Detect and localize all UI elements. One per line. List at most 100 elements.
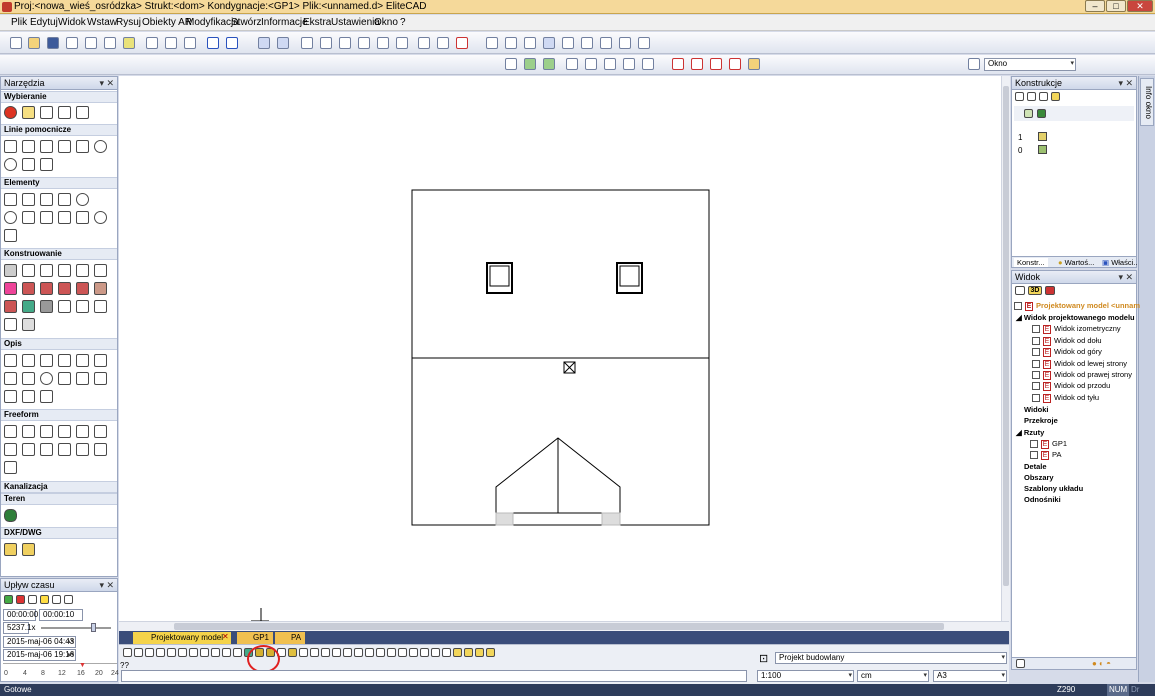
join-icon[interactable] xyxy=(310,648,319,657)
hatch-edit-icon[interactable] xyxy=(288,648,297,657)
dimension-chain-icon[interactable] xyxy=(58,354,71,367)
tree-group-rzuty[interactable]: ◢ Rzuty xyxy=(1016,428,1044,437)
color-icon[interactable] xyxy=(642,58,654,70)
cancel-select-icon[interactable] xyxy=(4,106,17,119)
terrain-icon[interactable] xyxy=(4,509,17,522)
stop-icon[interactable] xyxy=(16,595,25,604)
slope-icon[interactable] xyxy=(94,372,107,385)
open-file-icon[interactable] xyxy=(28,37,40,49)
tree-group-model[interactable]: ◢ Widok projektowanego modelu xyxy=(1016,313,1135,322)
undo-icon[interactable] xyxy=(207,37,219,49)
view-3d-button[interactable]: 3D xyxy=(1028,286,1042,295)
info-angle-icon[interactable] xyxy=(524,37,536,49)
tree-item[interactable]: E Widok od tyłu xyxy=(1032,393,1099,403)
select-filter-icon[interactable] xyxy=(76,106,89,119)
ellipse-icon[interactable] xyxy=(94,211,107,224)
tree-root[interactable]: E Projektowany model <unnam xyxy=(1014,301,1140,311)
copy-icon[interactable] xyxy=(165,37,177,49)
redo-icon[interactable] xyxy=(226,37,238,49)
speed-slider[interactable] xyxy=(41,627,111,629)
aux-point-icon[interactable] xyxy=(4,158,17,171)
layer-on-icon[interactable] xyxy=(524,58,536,70)
layer-off-icon[interactable] xyxy=(543,58,555,70)
circle-icon[interactable] xyxy=(76,193,89,206)
info-point-icon[interactable] xyxy=(486,37,498,49)
chamfer-icon[interactable] xyxy=(233,648,242,657)
restore-button[interactable]: □ xyxy=(1106,0,1126,12)
surface-icon[interactable] xyxy=(4,425,17,438)
scale-combo[interactable]: 1:100 ▾ xyxy=(757,670,854,682)
ceiling-icon[interactable] xyxy=(40,264,53,277)
explode-icon[interactable] xyxy=(299,648,308,657)
tab-projektowany-model[interactable]: Projektowany model xyxy=(133,632,231,644)
explode-solid-icon[interactable] xyxy=(4,461,17,474)
axis-icon[interactable] xyxy=(40,372,53,385)
menu-informacje[interactable]: Informacje xyxy=(261,17,308,28)
section-dxf-dwg[interactable]: DXF/DWG xyxy=(1,527,117,539)
paste-icon[interactable] xyxy=(184,37,196,49)
command-input[interactable] xyxy=(121,670,747,682)
hide-layer-icon[interactable] xyxy=(691,58,703,70)
scroll-thumb[interactable] xyxy=(174,623,944,630)
aux-line-icon[interactable] xyxy=(4,140,17,153)
room-icon[interactable] xyxy=(22,300,35,313)
stretch-icon[interactable] xyxy=(178,648,187,657)
copy-along-icon[interactable] xyxy=(365,648,374,657)
time-marker-icon[interactable]: ▼ xyxy=(79,662,86,669)
tree-group-przekroje[interactable]: Przekroje xyxy=(1024,416,1058,425)
tree-item[interactable]: E Widok od prawej strony xyxy=(1032,370,1132,380)
aux-angle-icon[interactable] xyxy=(22,140,35,153)
box-icon[interactable] xyxy=(22,425,35,438)
frame-icon[interactable] xyxy=(4,318,17,331)
dimension-box-icon[interactable] xyxy=(76,354,89,367)
window-icon[interactable] xyxy=(40,282,53,295)
align-icon[interactable] xyxy=(343,648,352,657)
pen-width-icon[interactable] xyxy=(585,58,597,70)
ellipse-arc-icon[interactable] xyxy=(76,211,89,224)
panel-controls-icon[interactable]: ▾ ✕ xyxy=(1118,271,1133,283)
circle-center-icon[interactable] xyxy=(4,211,17,224)
spline-icon[interactable] xyxy=(4,229,17,242)
tree-group-detale[interactable]: Detale xyxy=(1024,462,1047,471)
info-area-icon[interactable] xyxy=(619,37,631,49)
tab-pa[interactable]: PA xyxy=(275,632,305,644)
panel-controls-icon[interactable]: ▾ ✕ xyxy=(1118,77,1133,89)
arrow-icon[interactable] xyxy=(40,390,53,403)
tree-item-pa[interactable]: E PA xyxy=(1030,450,1061,460)
export-icon[interactable] xyxy=(123,37,135,49)
panel-controls-icon[interactable]: ▾ ✕ xyxy=(99,579,114,591)
dormer-icon[interactable] xyxy=(76,282,89,295)
aux-bisector-icon[interactable] xyxy=(40,158,53,171)
edit-points-icon[interactable] xyxy=(387,648,396,657)
view-3d-icon[interactable] xyxy=(358,37,370,49)
cut-icon[interactable] xyxy=(146,37,158,49)
hatch-icon[interactable] xyxy=(623,58,635,70)
info-volume-icon[interactable] xyxy=(638,37,650,49)
level-mark-icon[interactable] xyxy=(4,372,17,385)
mirror-icon[interactable] xyxy=(156,648,165,657)
level-edit-icon[interactable] xyxy=(1027,92,1036,101)
slider-handle[interactable] xyxy=(91,623,96,632)
calendar-icon[interactable] xyxy=(28,595,37,604)
pan-icon[interactable] xyxy=(339,37,351,49)
boolean-ahb-icon[interactable] xyxy=(58,443,71,456)
level-1[interactable]: 1 xyxy=(1018,132,1047,142)
select-window-icon[interactable] xyxy=(58,106,71,119)
section-kanalizacja[interactable]: Kanalizacja xyxy=(1,481,117,493)
wall-edit-icon[interactable] xyxy=(409,648,418,657)
stairs-icon[interactable] xyxy=(94,264,107,277)
aux-parallel-icon[interactable] xyxy=(40,140,53,153)
save-view-icon[interactable] xyxy=(1045,286,1055,295)
offset-icon[interactable] xyxy=(189,648,198,657)
person-walk-icon[interactable] xyxy=(464,648,473,657)
level-light-icon[interactable] xyxy=(1051,92,1060,101)
auto-dimension-icon[interactable] xyxy=(40,354,53,367)
window-edit-icon[interactable] xyxy=(431,648,440,657)
menu-stworz[interactable]: Stwórz xyxy=(231,17,262,28)
zoom-out-icon[interactable] xyxy=(277,37,289,49)
level-add-icon[interactable] xyxy=(1015,92,1024,101)
time-from-field[interactable]: 00:00:00 xyxy=(3,609,38,621)
clock-icon[interactable] xyxy=(52,595,61,604)
person-group-icon[interactable] xyxy=(475,648,484,657)
pen-icon[interactable] xyxy=(566,58,578,70)
